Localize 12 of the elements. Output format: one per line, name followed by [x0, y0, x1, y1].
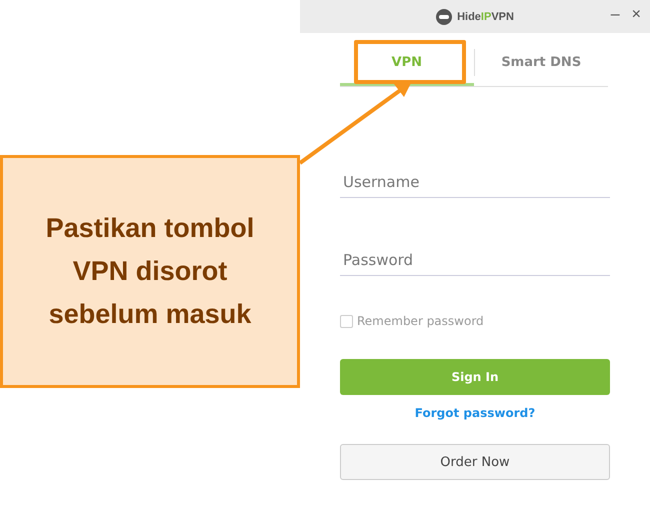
logo-icon	[436, 8, 452, 24]
checkbox[interactable]	[340, 314, 353, 328]
order-now-button[interactable]: Order Now	[340, 444, 610, 480]
callout-text: Pastikan tombol VPN disorot sebelum masuk	[0, 155, 300, 388]
tab[interactable]: VPN	[340, 39, 474, 86]
sign-in-button[interactable]: Sign In	[340, 359, 610, 395]
logo-text: HideIPVPN	[457, 10, 514, 22]
close-button[interactable]: ×	[628, 6, 644, 24]
tab[interactable]: Smart DNS	[474, 39, 608, 86]
minimize-button[interactable]: –	[608, 6, 623, 24]
checkbox-label: Remember password	[357, 314, 484, 328]
forgot-password-link[interactable]: Forgot password?	[414, 406, 536, 420]
